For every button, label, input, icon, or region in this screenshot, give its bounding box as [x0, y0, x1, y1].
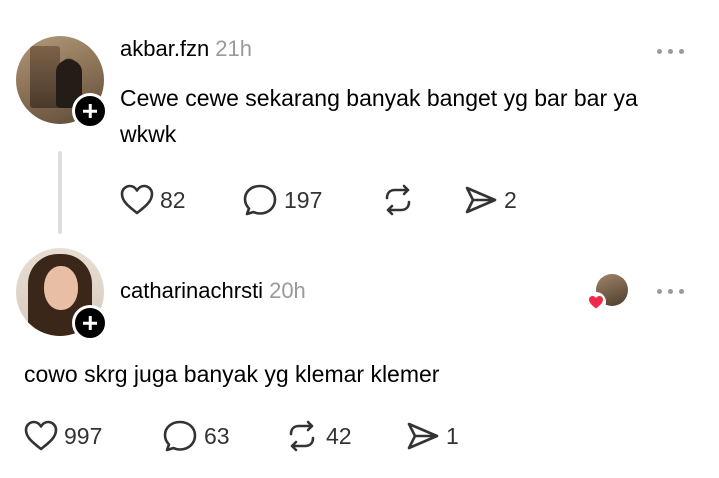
post-text: Cewe cewe sekarang banyak banget yg bar …: [120, 80, 700, 152]
repost-button[interactable]: [380, 182, 416, 218]
post-text-line: cowo skrg juga banyak yg klemar klemer: [24, 361, 440, 387]
share-button[interactable]: 1: [406, 418, 459, 454]
heart-outline-icon: [120, 184, 154, 215]
reply-count: 197: [284, 186, 323, 213]
reply-count: 63: [204, 422, 230, 449]
like-button[interactable]: 997: [24, 418, 102, 454]
like-button[interactable]: 82: [120, 182, 186, 218]
username[interactable]: akbar.fzn: [120, 36, 209, 61]
share-button[interactable]: 2: [464, 182, 517, 218]
heart-outline-icon: [24, 420, 58, 451]
follow-plus-icon[interactable]: [72, 93, 108, 129]
speech-bubble-icon: [243, 184, 277, 216]
send-icon: [407, 422, 439, 450]
avatar-photo-face: [44, 266, 78, 310]
repost-button[interactable]: 42: [284, 418, 352, 454]
follow-plus-icon[interactable]: [72, 305, 108, 341]
timestamp: 21h: [215, 36, 252, 61]
post-header: akbar.fzn 21h: [120, 36, 252, 62]
heart-filled-icon: [586, 292, 606, 312]
like-count: 82: [160, 186, 186, 213]
reply-button[interactable]: 63: [162, 418, 230, 454]
share-count: 1: [446, 422, 459, 449]
username[interactable]: catharinachrsti: [120, 278, 263, 303]
repost-arrows-icon: [385, 184, 411, 216]
timestamp: 20h: [269, 278, 306, 303]
reply-button[interactable]: 197: [242, 182, 322, 218]
thread-line: [58, 151, 62, 234]
speech-bubble-icon: [163, 420, 197, 452]
post-text: cowo skrg juga banyak yg klemar klemer: [24, 356, 704, 392]
send-icon: [465, 186, 497, 214]
more-dots-icon[interactable]: [657, 288, 687, 296]
post-text-line: wkwk: [120, 121, 177, 147]
post-header: catharinachrsti 20h: [120, 278, 306, 304]
share-count: 2: [504, 186, 517, 213]
like-count: 997: [64, 422, 103, 449]
repost-count: 42: [326, 422, 352, 449]
repost-arrows-icon: [289, 420, 315, 452]
more-dots-icon[interactable]: [657, 48, 687, 56]
post-text-line: Cewe cewe sekarang banyak banget yg bar …: [120, 85, 638, 111]
